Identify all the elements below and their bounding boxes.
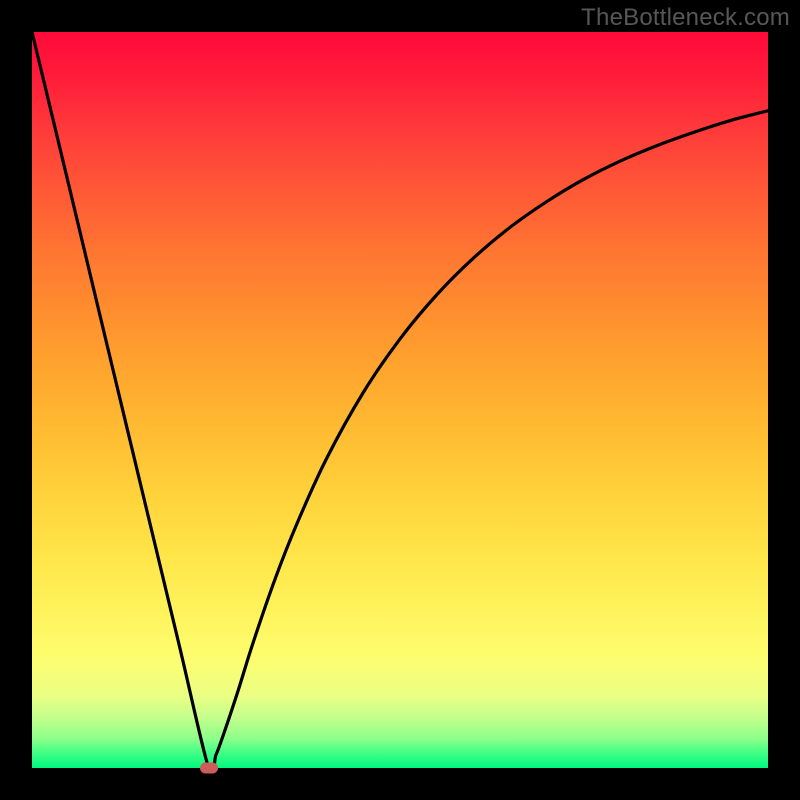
- watermark-text: TheBottleneck.com: [581, 4, 790, 32]
- bottleneck-curve: [32, 32, 768, 768]
- curve-path: [32, 32, 768, 768]
- chart-plot-area: [32, 32, 768, 768]
- optimal-point-marker: [200, 763, 218, 774]
